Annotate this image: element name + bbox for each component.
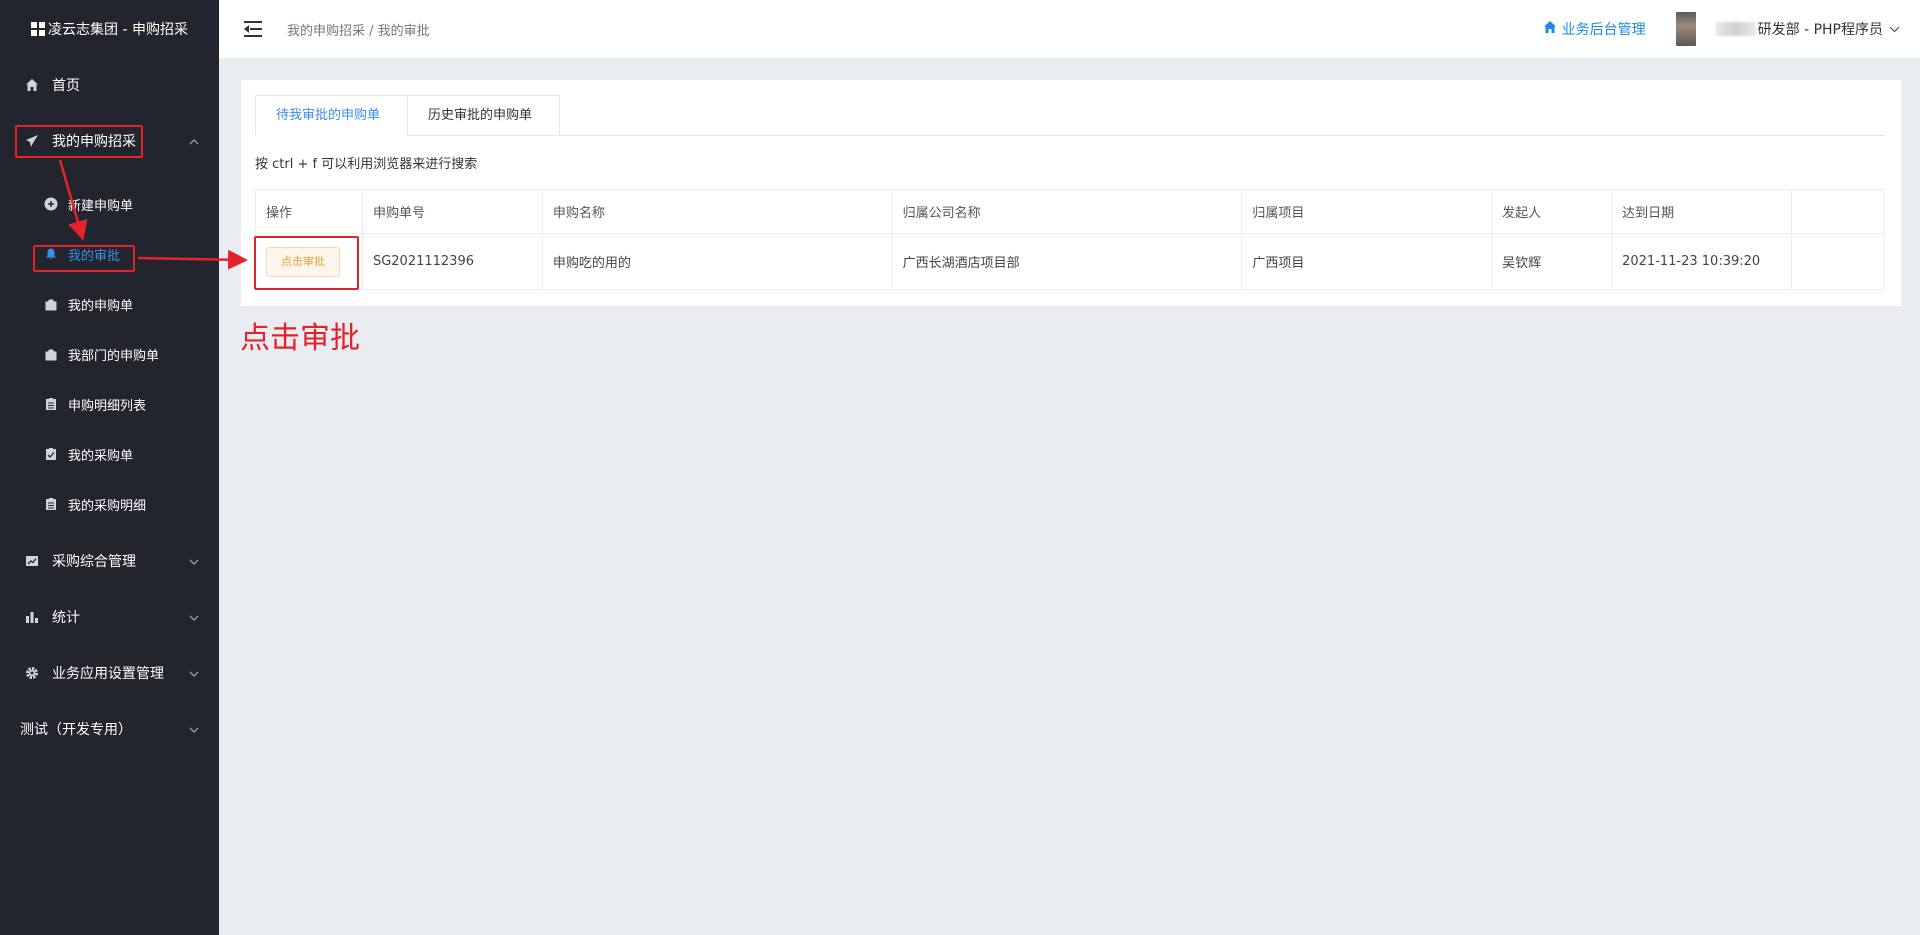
search-hint: 按 ctrl + f 可以利用浏览器来进行搜索 [255, 157, 478, 172]
blurred-username [1715, 22, 1756, 36]
sidebar-item-label: 我的采购明细 [68, 498, 147, 514]
annotation-text: 点击审批 [240, 321, 360, 356]
sidebar-item-label: 首页 [52, 78, 80, 94]
approval-table: 操作 申购单号 申购名称 归属公司名称 归属项目 发起人 达到日期 点击审批 S… [255, 189, 1885, 290]
tab-approval-history[interactable]: 历史审批的申购单 [407, 95, 560, 136]
sidebar-item-label: 新建申购单 [68, 198, 134, 214]
content-card: 待我审批的申购单 历史审批的申购单 按 ctrl + f 可以利用浏览器来进行搜… [241, 80, 1901, 306]
avatar[interactable] [1675, 12, 1696, 46]
project-name: 广西项目 [1241, 233, 1493, 290]
sidebar-item-label: 统计 [52, 610, 80, 626]
annotation-highlight-box [15, 125, 143, 158]
sidebar-item-my-purchase-details[interactable]: 我的采购明细 [0, 479, 219, 529]
arrival-date: 2021-11-23 10:39:20 [1611, 233, 1792, 290]
sidebar-item-label: 我的申购单 [68, 298, 134, 314]
menu-toggle-icon[interactable] [244, 21, 262, 37]
plus-circle-icon [44, 197, 58, 211]
requisition-name: 申购吃的用的 [541, 233, 893, 290]
sidebar-item-label: 申购明细列表 [68, 398, 147, 414]
column-header: 归属项目 [1241, 189, 1493, 234]
biz-admin-link[interactable]: 业务后台管理 [1543, 19, 1646, 39]
tab-bar: 待我审批的申购单 历史审批的申购单 [255, 95, 1885, 136]
tab-pending-approval[interactable]: 待我审批的申购单 [255, 95, 408, 136]
chevron-down-icon [189, 609, 199, 625]
biz-admin-label: 业务后台管理 [1561, 22, 1646, 38]
column-header: 发起人 [1491, 189, 1613, 234]
clipboard-check-icon [44, 447, 58, 461]
column-header: 达到日期 [1611, 189, 1792, 234]
home-icon [24, 77, 40, 93]
column-header [1791, 189, 1885, 234]
bag-icon [44, 347, 58, 361]
grid-logo-icon [31, 21, 46, 36]
annotation-highlight-box [33, 245, 135, 272]
brand-title: 凌云志集团 - 申购招采 [48, 21, 188, 38]
sidebar-item-label: 业务应用设置管理 [52, 666, 164, 682]
column-header: 归属公司名称 [891, 189, 1243, 234]
user-role[interactable]: 研发部 - PHP程序员 [1758, 19, 1883, 39]
chevron-down-icon[interactable] [1889, 22, 1900, 37]
chart-line-icon [24, 553, 40, 569]
sidebar-item-label: 测试（开发专用） [20, 722, 132, 738]
sidebar-item-my-requisitions[interactable]: 我的申购单 [0, 279, 219, 329]
table-row: 点击审批 SG2021112396 申购吃的用的 广西长湖酒店项目部 广西项目 … [255, 233, 1885, 290]
bar-chart-icon [24, 609, 40, 625]
initiator: 吴钦辉 [1491, 233, 1613, 290]
sidebar-item-label: 采购综合管理 [52, 554, 136, 570]
empty-cell [1791, 233, 1885, 290]
gear-icon [24, 665, 40, 681]
sidebar-item-label: 我部门的申购单 [68, 348, 160, 364]
sidebar-item-requisition-details[interactable]: 申购明细列表 [0, 379, 219, 429]
header-right: 业务后台管理 研发部 - PHP程序员 [1543, 0, 1900, 58]
sidebar-item-app-settings[interactable]: 业务应用设置管理 [0, 645, 219, 701]
chevron-down-icon [189, 665, 199, 681]
sidebar-item-testing[interactable]: 测试（开发专用） [0, 701, 219, 757]
clipboard-icon [44, 497, 58, 511]
sidebar-item-label: 我的采购单 [68, 448, 134, 464]
column-header: 申购单号 [361, 189, 543, 234]
company-name: 广西长湖酒店项目部 [891, 233, 1243, 290]
sidebar-item-home[interactable]: 首页 [0, 57, 219, 113]
sidebar-item-procurement-management[interactable]: 采购综合管理 [0, 533, 219, 589]
table-header-row: 操作 申购单号 申购名称 归属公司名称 归属项目 发起人 达到日期 [255, 189, 1885, 234]
sidebar-item-new-purchase[interactable]: 新建申购单 [0, 179, 219, 229]
annotation-highlight-box [254, 236, 359, 290]
column-header: 操作 [255, 189, 363, 234]
bag-icon [44, 297, 58, 311]
chevron-down-icon [189, 553, 199, 569]
breadcrumb: 我的申购招采 / 我的审批 [287, 23, 430, 39]
sidebar-item-statistics[interactable]: 统计 [0, 589, 219, 645]
brand: 凌云志集团 - 申购招采 [0, 0, 219, 57]
top-header: 我的申购招采 / 我的审批 业务后台管理 研发部 - PHP程序员 [219, 0, 1920, 58]
column-header: 申购名称 [541, 189, 893, 234]
sidebar-item-dept-requisitions[interactable]: 我部门的申购单 [0, 329, 219, 379]
clipboard-icon [44, 397, 58, 411]
requisition-number: SG2021112396 [361, 233, 543, 290]
chevron-down-icon [189, 721, 199, 737]
chevron-up-icon [189, 133, 199, 149]
home-icon [1543, 20, 1557, 38]
sidebar-item-my-purchase-orders[interactable]: 我的采购单 [0, 429, 219, 479]
